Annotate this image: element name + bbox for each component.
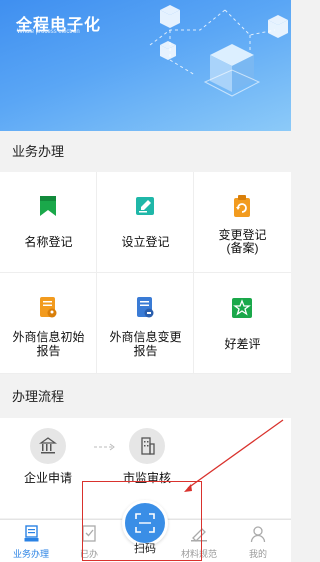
flow-arrow-icon <box>94 443 115 451</box>
clipboard-refresh-icon <box>234 195 250 217</box>
flow-step-label: 企业申请 <box>24 471 73 485</box>
decorative-network <box>149 5 288 97</box>
tab-label: 业务办理 <box>12 549 49 559</box>
business-item-sublabel: 报告 <box>36 344 61 358</box>
document-sync-icon <box>137 297 154 318</box>
business-item-foreign-change-report[interactable]: 外商信息变更 报告 <box>97 273 194 374</box>
document-user-icon <box>40 297 57 318</box>
edit-icon <box>136 197 154 215</box>
annotation-highlight-box <box>82 481 202 561</box>
business-item-label: 设立登记 <box>121 235 170 249</box>
bank-icon <box>38 437 58 454</box>
business-item-rating[interactable]: 好差评 <box>194 273 291 374</box>
rating-icon <box>232 298 252 318</box>
business-item-sublabel: 报告 <box>133 344 158 358</box>
flow-step-icon-bg <box>30 428 66 464</box>
tab-mine[interactable]: 我的 <box>229 520 287 562</box>
home-icon <box>24 525 39 542</box>
business-item-name-registration[interactable]: 名称登记 <box>0 172 97 273</box>
user-icon <box>250 526 266 543</box>
flow-section-title: 办理流程 <box>0 376 291 418</box>
business-item-label: 名称登记 <box>24 235 73 249</box>
tab-business[interactable]: 业务办理 <box>2 520 60 562</box>
bookmark-icon <box>40 196 56 216</box>
business-item-label: 外商信息初始 <box>12 330 85 344</box>
business-item-foreign-initial-report[interactable]: 外商信息初始 报告 <box>0 273 97 374</box>
business-grid: 名称登记 设立登记 变更登记 (备案) 外商信息初始 报告 外商信息变更 报告 … <box>0 172 291 374</box>
flow-step-icon-bg <box>129 428 165 464</box>
business-section-title: 业务办理 <box>0 131 291 172</box>
business-item-label: 外商信息变更 <box>109 330 182 344</box>
tab-label: 我的 <box>248 549 267 559</box>
business-item-label: 好差评 <box>224 337 261 351</box>
app-subtitle: Whole process electron <box>17 29 80 35</box>
business-item-change-registration[interactable]: 变更登记 (备案) <box>194 172 291 273</box>
business-item-establish-registration[interactable]: 设立登记 <box>97 172 194 273</box>
business-item-sublabel: (备案) <box>226 241 259 255</box>
header-banner: 全程电子化 Whole process electron <box>0 0 291 131</box>
building-icon <box>141 437 155 455</box>
